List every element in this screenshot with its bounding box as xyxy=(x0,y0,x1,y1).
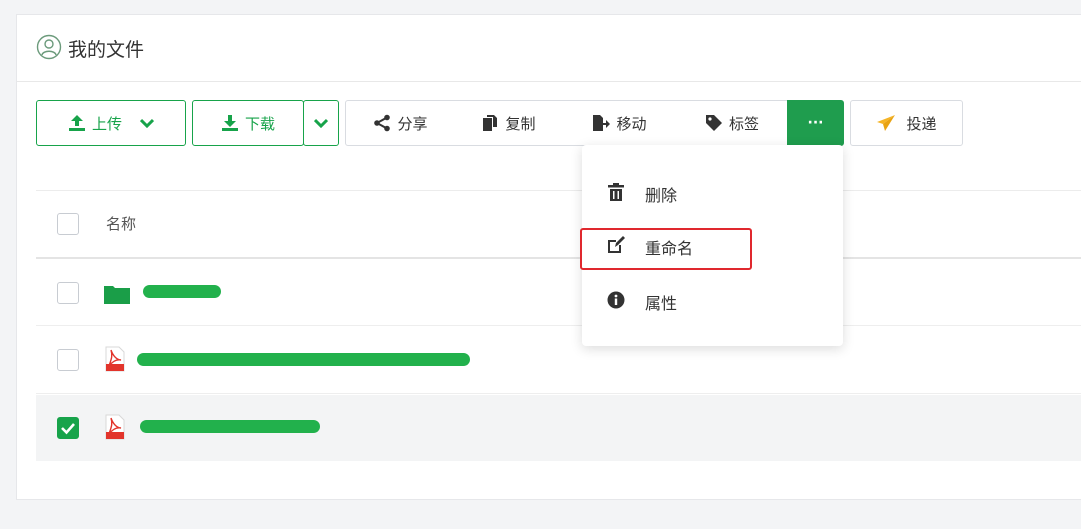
row-checkbox[interactable] xyxy=(57,417,79,439)
select-all-checkbox[interactable] xyxy=(57,213,79,235)
folder-icon xyxy=(104,286,130,304)
user-folder-icon xyxy=(36,34,62,60)
rename-highlight-box xyxy=(580,228,752,270)
table-row[interactable] xyxy=(36,327,1081,394)
upload-button[interactable]: 上传 xyxy=(36,100,186,146)
row-checkbox[interactable] xyxy=(57,282,79,304)
panel-header: 我的文件 xyxy=(17,15,1081,82)
share-label: 分享 xyxy=(397,114,428,133)
download-button[interactable]: 下载 xyxy=(192,100,304,146)
copy-label: 复制 xyxy=(505,114,536,133)
check-icon xyxy=(61,423,75,435)
file-name-redacted[interactable] xyxy=(140,420,320,433)
trash-icon xyxy=(608,183,624,201)
share-button[interactable]: 分享 xyxy=(345,100,456,146)
download-dropdown-button[interactable] xyxy=(303,100,339,146)
more-icon: ··· xyxy=(807,115,824,131)
page-title: 我的文件 xyxy=(68,39,145,61)
more-button[interactable]: ··· xyxy=(787,100,844,146)
download-icon xyxy=(221,115,238,131)
deliver-label: 投递 xyxy=(906,114,937,133)
table-row[interactable] xyxy=(36,260,1081,326)
move-button[interactable]: 移动 xyxy=(562,100,678,146)
chevron-down-icon xyxy=(314,118,328,128)
move-label: 移动 xyxy=(616,114,647,133)
share-icon xyxy=(374,114,391,132)
chevron-down-icon xyxy=(140,118,154,128)
tag-icon xyxy=(705,115,722,131)
file-name-redacted[interactable] xyxy=(143,285,221,298)
menu-item-label: 删除 xyxy=(645,186,678,205)
pdf-file-icon xyxy=(105,414,125,440)
copy-icon xyxy=(483,115,498,131)
row-checkbox[interactable] xyxy=(57,349,79,371)
menu-item-properties[interactable]: 属性 xyxy=(582,278,843,322)
table-header-row: 名称 xyxy=(36,191,1081,259)
tag-label: 标签 xyxy=(728,114,759,133)
upload-label: 上传 xyxy=(91,114,122,133)
move-icon xyxy=(593,115,611,131)
column-header-name[interactable]: 名称 xyxy=(106,213,136,234)
deliver-button[interactable]: 投递 xyxy=(850,100,963,146)
upload-icon xyxy=(68,115,85,131)
tag-button[interactable]: 标签 xyxy=(677,100,788,146)
pdf-file-icon xyxy=(105,346,125,372)
download-label: 下载 xyxy=(244,114,275,133)
file-name-redacted[interactable] xyxy=(137,353,470,366)
menu-item-label: 属性 xyxy=(645,294,678,313)
copy-button[interactable]: 复制 xyxy=(455,100,563,146)
paper-plane-icon xyxy=(877,115,896,131)
info-icon xyxy=(607,291,625,309)
menu-item-delete[interactable]: 删除 xyxy=(582,170,843,214)
table-row[interactable] xyxy=(36,395,1081,461)
